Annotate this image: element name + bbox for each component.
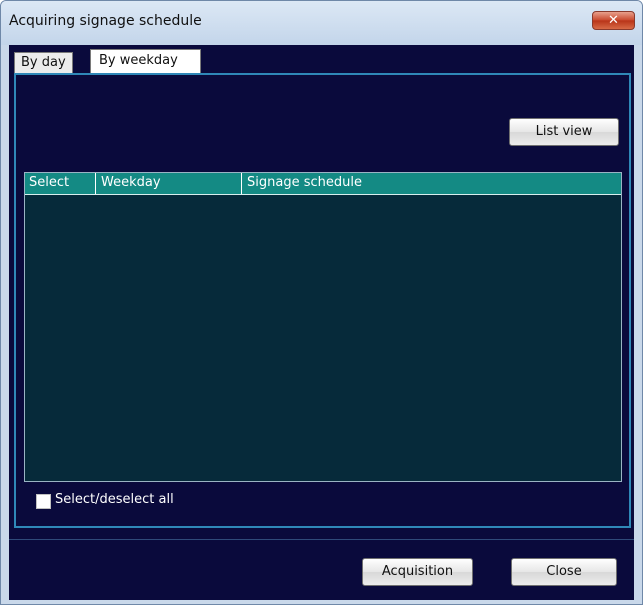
close-button[interactable]: Close bbox=[511, 558, 617, 586]
acquisition-button[interactable]: Acquisition bbox=[362, 558, 473, 586]
window-title: Acquiring signage schedule bbox=[9, 13, 202, 29]
select-all-label[interactable]: Select/deselect all bbox=[55, 492, 174, 507]
table-footer: Select/deselect all bbox=[24, 482, 622, 520]
window-close-button[interactable]: ✕ bbox=[592, 11, 635, 30]
title-bar[interactable]: Acquiring signage schedule ✕ bbox=[1, 1, 642, 45]
schedule-table: Select Weekday Signage schedule bbox=[24, 172, 622, 482]
column-header-weekday[interactable]: Weekday bbox=[95, 173, 161, 194]
weekday-tab-panel: List view Select Weekday Signage schedul… bbox=[14, 73, 631, 528]
tab-by-weekday[interactable]: By weekday bbox=[90, 49, 201, 73]
select-all-checkbox[interactable] bbox=[36, 494, 51, 509]
list-view-button[interactable]: List view bbox=[509, 118, 619, 146]
column-header-select[interactable]: Select bbox=[29, 173, 69, 194]
column-header-signage-schedule[interactable]: Signage schedule bbox=[241, 173, 362, 194]
table-header: Select Weekday Signage schedule bbox=[25, 173, 621, 195]
dialog-window: Acquiring signage schedule ✕ By day By w… bbox=[0, 0, 643, 605]
button-area-divider bbox=[9, 539, 634, 540]
dialog-content: By day By weekday List view Select Weekd… bbox=[9, 45, 634, 600]
tab-by-day[interactable]: By day bbox=[14, 52, 73, 73]
close-icon: ✕ bbox=[608, 13, 619, 28]
